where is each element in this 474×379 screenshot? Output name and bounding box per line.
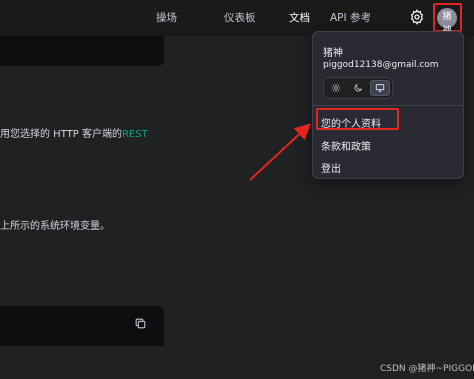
sun-icon[interactable] bbox=[326, 80, 346, 96]
watermark: CSDN @猪神~PIGGOD bbox=[380, 364, 474, 374]
nav-dashboard[interactable]: 仪表板 bbox=[224, 10, 256, 25]
nav-api-reference[interactable]: API 参考 bbox=[330, 10, 371, 25]
nav-playground[interactable]: 操场 bbox=[156, 10, 177, 25]
moon-icon[interactable] bbox=[348, 80, 368, 96]
doc-text-prefix: 用您选择的 HTTP 客户端的 bbox=[0, 129, 122, 140]
menu-username: 猪神 bbox=[323, 48, 343, 59]
doc-text-line-1: 用您选择的 HTTP 客户端的REST bbox=[0, 125, 148, 140]
gear-icon[interactable] bbox=[408, 8, 426, 26]
menu-divider bbox=[313, 105, 463, 106]
code-card-top bbox=[0, 36, 164, 66]
menu-email: piggod12138@gmail.com bbox=[323, 60, 439, 70]
menu-item-terms[interactable]: 条款和政策 bbox=[321, 138, 371, 153]
menu-item-logout[interactable]: 登出 bbox=[321, 160, 341, 175]
rest-link[interactable]: REST bbox=[122, 129, 148, 140]
nav-docs[interactable]: 文档 bbox=[289, 10, 310, 25]
monitor-icon[interactable] bbox=[370, 80, 390, 96]
account-dropdown-menu: 猪神 piggod12138@gmail.com 您的个人资料 条款和政策 登出 bbox=[312, 31, 464, 179]
doc-text-line-2: 上所示的系统环境变量。 bbox=[0, 221, 110, 232]
profile-highlight-box bbox=[316, 108, 399, 130]
user-avatar[interactable] bbox=[437, 8, 457, 28]
copy-icon[interactable] bbox=[134, 315, 148, 329]
theme-switcher bbox=[323, 77, 393, 99]
